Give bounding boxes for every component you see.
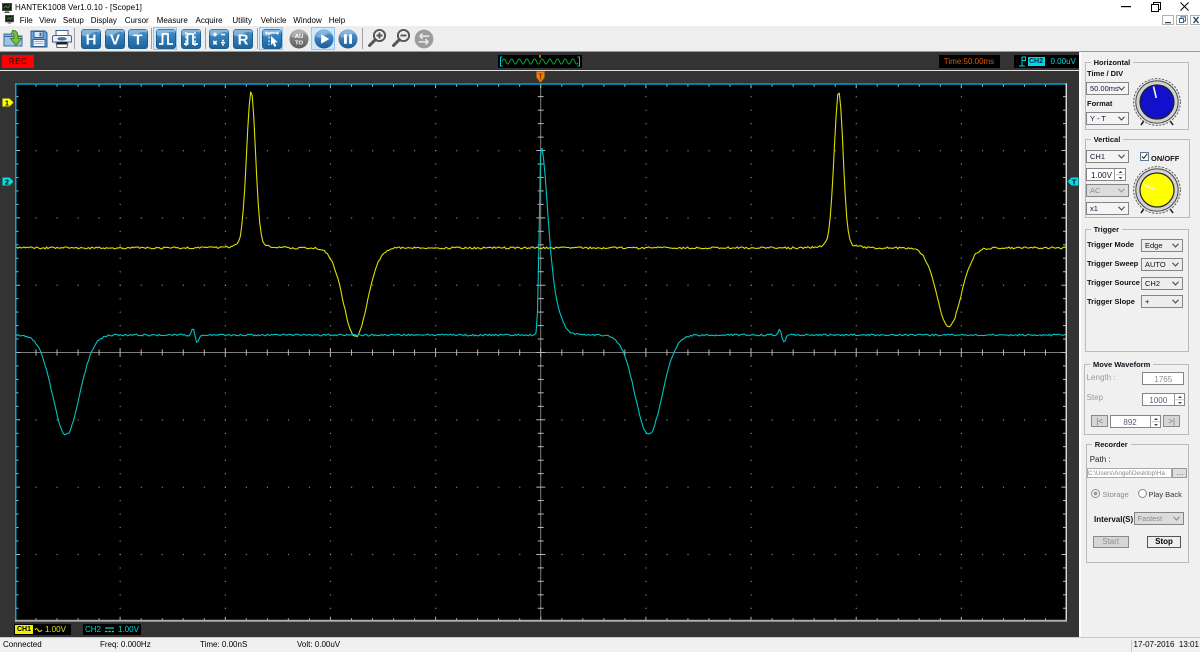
svg-text:TO: TO [295,41,303,47]
svg-text:AU: AU [295,34,304,40]
svg-text:1: 1 [5,98,9,107]
svg-text:H: H [85,32,96,49]
svg-text:T: T [133,32,142,49]
svg-text:T: T [1071,177,1076,186]
svg-text:V: V [109,32,119,49]
svg-text:R: R [238,32,249,49]
svg-text:2: 2 [5,177,9,186]
